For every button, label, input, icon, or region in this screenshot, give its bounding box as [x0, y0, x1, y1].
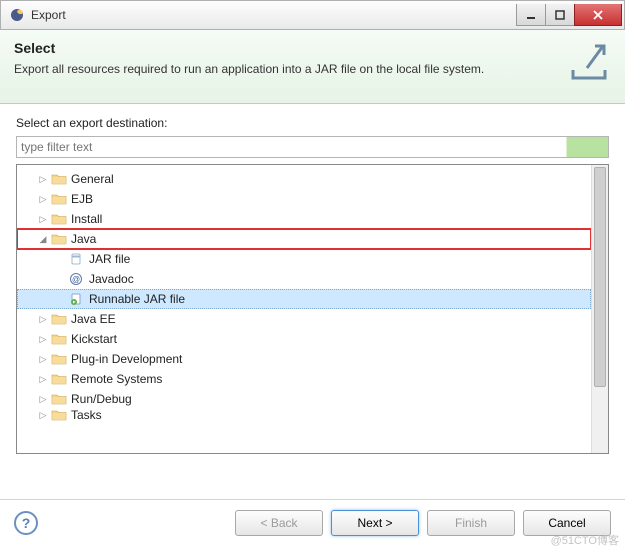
minimize-button[interactable]: [516, 4, 546, 26]
jar-run-icon: [69, 292, 85, 306]
tree-item[interactable]: ▷ Run/Debug: [17, 389, 591, 409]
tree-item[interactable]: @ Javadoc: [17, 269, 591, 289]
help-button[interactable]: ?: [14, 511, 38, 535]
folder-icon: [51, 312, 67, 326]
finish-button[interactable]: Finish: [427, 510, 515, 536]
tree-item-label: EJB: [71, 192, 93, 206]
tree-item-label: Remote Systems: [71, 372, 162, 386]
arrow-right-icon[interactable]: ▷: [37, 214, 49, 225]
arrow-right-icon[interactable]: ▷: [37, 194, 49, 205]
export-tree[interactable]: ▷ General ▷ EJB ▷ Install ◢ Java JAR file @ Javado…: [17, 165, 591, 425]
tree-item-label: Java: [71, 232, 96, 246]
banner-description: Export all resources required to run an …: [14, 62, 567, 76]
arrow-right-icon[interactable]: ▷: [37, 354, 49, 365]
next-button[interactable]: Next >: [331, 510, 419, 536]
filter-input[interactable]: [16, 136, 609, 158]
tree-item-label: Javadoc: [89, 272, 134, 286]
wizard-body: Select an export destination: ▷ General ▷ E…: [0, 104, 625, 462]
arrow-right-icon[interactable]: ▷: [37, 410, 49, 421]
folder-icon: [51, 172, 67, 186]
tree-item[interactable]: ▷ Tasks: [17, 409, 591, 421]
tree-item[interactable]: ▷ General: [17, 169, 591, 189]
tree-item-label: Runnable JAR file: [89, 292, 185, 306]
back-button[interactable]: < Back: [235, 510, 323, 536]
export-icon: [567, 40, 611, 89]
arrow-right-icon[interactable]: ▷: [37, 394, 49, 405]
tree-item-label: Kickstart: [71, 332, 117, 346]
tree-item[interactable]: ◢ Java: [17, 229, 591, 249]
window-controls: [517, 4, 622, 26]
tree-item-label: Run/Debug: [71, 392, 132, 406]
folder-icon: [51, 372, 67, 386]
tree-item[interactable]: ▷ Install: [17, 209, 591, 229]
vertical-scrollbar[interactable]: [591, 165, 608, 453]
tree-item-label: General: [71, 172, 114, 186]
svg-text:@: @: [72, 275, 80, 284]
tree-item[interactable]: ▷ EJB: [17, 189, 591, 209]
watermark: @51CTO博客: [551, 532, 619, 548]
app-icon: [9, 7, 25, 23]
folder-icon: [51, 212, 67, 226]
tree-item[interactable]: Runnable JAR file: [17, 289, 591, 309]
tree-item-label: Install: [71, 212, 102, 226]
folder-icon: [51, 192, 67, 206]
window-titlebar: Export: [0, 0, 625, 30]
folder-icon: [51, 409, 67, 421]
jar-icon: [69, 252, 85, 266]
close-button[interactable]: [574, 4, 622, 26]
arrow-right-icon[interactable]: ▷: [37, 374, 49, 385]
tree-item[interactable]: JAR file: [17, 249, 591, 269]
arrow-right-icon[interactable]: ▷: [37, 334, 49, 345]
wizard-banner: Select Export all resources required to …: [0, 30, 625, 104]
arrow-right-icon[interactable]: ▷: [37, 314, 49, 325]
scrollbar-thumb[interactable]: [594, 167, 606, 387]
tree-item-label: JAR file: [89, 252, 130, 266]
tree-item-label: Tasks: [71, 409, 102, 421]
banner-title: Select: [14, 40, 567, 56]
tree-item[interactable]: ▷ Plug-in Development: [17, 349, 591, 369]
tree-item[interactable]: ▷ Kickstart: [17, 329, 591, 349]
wizard-footer: ? < Back Next > Finish Cancel: [0, 499, 625, 550]
tree-item[interactable]: ▷ Remote Systems: [17, 369, 591, 389]
tree-container: ▷ General ▷ EJB ▷ Install ◢ Java JAR file @ Javado…: [16, 164, 609, 454]
arrow-down-icon[interactable]: ◢: [37, 234, 49, 245]
maximize-button[interactable]: [545, 4, 575, 26]
window-title: Export: [31, 8, 517, 22]
destination-label: Select an export destination:: [16, 116, 609, 130]
arrow-right-icon[interactable]: ▷: [37, 174, 49, 185]
tree-item[interactable]: ▷ Java EE: [17, 309, 591, 329]
javadoc-icon: @: [69, 272, 85, 286]
tree-item-label: Java EE: [71, 312, 116, 326]
folder-icon: [51, 332, 67, 346]
tree-item-label: Plug-in Development: [71, 352, 182, 366]
folder-icon: [51, 352, 67, 366]
folder-icon: [51, 232, 67, 246]
folder-icon: [51, 392, 67, 406]
